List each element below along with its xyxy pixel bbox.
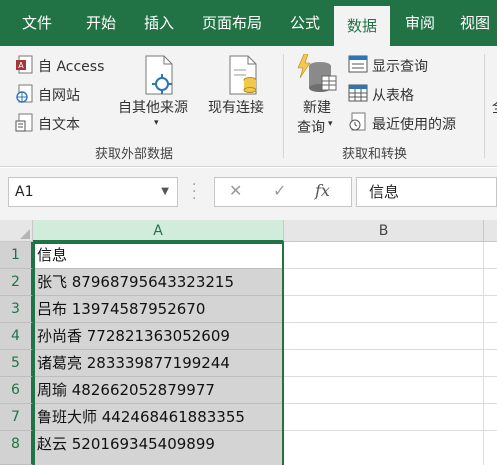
cell-b1[interactable] xyxy=(284,242,484,269)
row-header[interactable]: 6 xyxy=(0,377,33,404)
cell-a6[interactable]: 周瑜 482662052879977 xyxy=(33,377,284,404)
resize-handle-icon[interactable]: · · · xyxy=(192,178,196,206)
show-queries-label: 显示查询 xyxy=(372,59,428,75)
chevron-down-icon[interactable]: ▼ xyxy=(161,178,169,206)
chevron-down-icon: ▾ xyxy=(154,118,159,128)
cell-a7[interactable]: 鲁班大师 442468461883355 xyxy=(33,404,284,431)
tab-view[interactable]: 视图 xyxy=(450,0,497,46)
worksheet-grid: A B 1 信息 2 张飞 87968795643323215 3 吕布 139… xyxy=(0,220,497,465)
cell-a8[interactable]: 赵云 520169345409899 xyxy=(33,431,284,465)
table-icon xyxy=(348,84,368,102)
row-header[interactable]: 2 xyxy=(0,269,33,296)
cell-c5[interactable] xyxy=(484,350,497,377)
access-icon: A xyxy=(16,55,33,74)
svg-text:A: A xyxy=(18,61,24,70)
ribbon-panel: A 自 Access 自网站 自文本 自其他来源 ▾ 现有连接 获取外部数据 新… xyxy=(0,46,497,167)
cell-b5[interactable] xyxy=(284,350,484,377)
cell-b4[interactable] xyxy=(284,323,484,350)
ribbon-group-divider xyxy=(484,54,485,158)
row-header[interactable]: 1 xyxy=(0,242,33,269)
cell-c3[interactable] xyxy=(484,296,497,323)
tab-home[interactable]: 开始 xyxy=(72,0,130,46)
from-table-label: 从表格 xyxy=(372,88,414,104)
cell-a1[interactable]: 信息 xyxy=(33,242,284,269)
cell-c7[interactable] xyxy=(484,404,497,431)
formula-buttons: ✕ ✓ fx xyxy=(214,177,352,207)
recent-sources-icon xyxy=(349,112,366,131)
new-query-icon xyxy=(297,54,337,92)
name-box[interactable]: A1 ▼ xyxy=(8,177,178,207)
cell-b8[interactable] xyxy=(284,431,484,465)
cell-c2[interactable] xyxy=(484,269,497,296)
get-and-transform-group-label: 获取和转换 xyxy=(342,147,408,162)
tab-review[interactable]: 审阅 xyxy=(392,0,448,46)
enter-icon[interactable]: ✓ xyxy=(273,181,286,200)
row-header[interactable]: 8 xyxy=(0,431,33,465)
insert-function-icon[interactable]: fx xyxy=(315,181,330,200)
cell-a2[interactable]: 张飞 87968795643323215 xyxy=(33,269,284,296)
from-web-label: 自网站 xyxy=(38,88,80,104)
from-text-label: 自文本 xyxy=(38,117,80,133)
column-header-c[interactable] xyxy=(484,220,497,242)
new-query-label-line1: 新建 xyxy=(303,100,331,116)
cell-b7[interactable] xyxy=(284,404,484,431)
from-other-sources-label: 自其他来源 xyxy=(118,100,188,116)
row-header[interactable]: 3 xyxy=(0,296,33,323)
ribbon-tab-bar: 文件 开始 插入 页面布局 公式 数据 审阅 视图 xyxy=(0,0,497,46)
chevron-down-icon: ▾ xyxy=(328,119,333,129)
cell-b6[interactable] xyxy=(284,377,484,404)
show-queries-icon xyxy=(348,55,368,73)
column-header-b[interactable]: B xyxy=(284,220,484,242)
name-box-value: A1 xyxy=(15,184,34,200)
web-page-icon xyxy=(16,84,33,103)
other-sources-icon xyxy=(145,55,173,95)
ribbon-overflow-label[interactable]: 全 xyxy=(492,97,497,117)
cancel-icon[interactable]: ✕ xyxy=(229,181,242,200)
row-header[interactable]: 7 xyxy=(0,404,33,431)
from-access-label: 自 Access xyxy=(38,59,105,75)
get-external-data-group-label: 获取外部数据 xyxy=(95,147,174,162)
cell-a5[interactable]: 诸葛亮 283339877199244 xyxy=(33,350,284,377)
existing-connections-icon xyxy=(229,55,257,95)
cell-c1[interactable] xyxy=(484,242,497,269)
select-all-button[interactable] xyxy=(0,220,33,242)
cell-a4[interactable]: 孙尚香 772821363052609 xyxy=(33,323,284,350)
tab-file[interactable]: 文件 xyxy=(8,0,66,46)
formula-bar: A1 ▼ · · · ✕ ✓ fx 信息 xyxy=(0,168,497,220)
tab-data[interactable]: 数据 xyxy=(334,6,390,46)
row-header[interactable]: 5 xyxy=(0,350,33,377)
select-all-triangle-icon xyxy=(20,229,30,239)
cell-b2[interactable] xyxy=(284,269,484,296)
tab-formulas[interactable]: 公式 xyxy=(276,0,334,46)
cell-c6[interactable] xyxy=(484,377,497,404)
column-header-a[interactable]: A xyxy=(33,220,284,242)
formula-input[interactable]: 信息 xyxy=(356,177,497,207)
new-query-label-line2: 查询 xyxy=(297,120,325,136)
ribbon-group-divider xyxy=(283,54,284,158)
cell-c4[interactable] xyxy=(484,323,497,350)
existing-connections-label: 现有连接 xyxy=(208,100,264,116)
tab-page-layout[interactable]: 页面布局 xyxy=(192,0,272,46)
recent-sources-label: 最近使用的源 xyxy=(372,117,456,133)
cell-b3[interactable] xyxy=(284,296,484,323)
tab-insert[interactable]: 插入 xyxy=(130,0,188,46)
text-file-icon xyxy=(15,113,33,132)
cell-c8[interactable] xyxy=(484,431,497,465)
row-header[interactable]: 4 xyxy=(0,323,33,350)
cell-a3[interactable]: 吕布 13974587952670 xyxy=(33,296,284,323)
